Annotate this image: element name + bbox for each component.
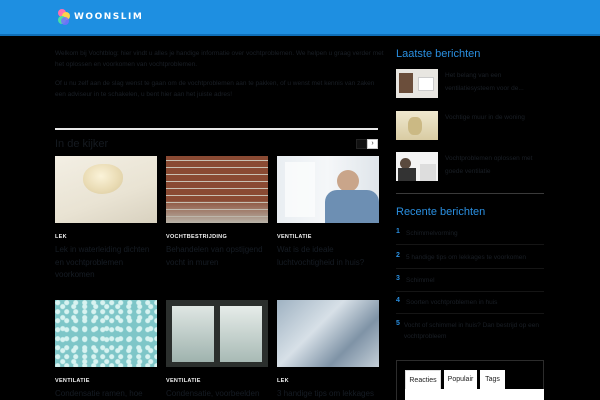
tab-panel [405, 389, 544, 400]
section-title: In de kijker [55, 138, 109, 150]
article-category[interactable]: VOCHTBESTRIJDING [166, 234, 268, 240]
article-card[interactable]: VENTILATIE Condensatie, voorbeelden [166, 300, 268, 400]
article-card[interactable]: LEK 3 handige tips om lekkages [277, 300, 379, 400]
article-title[interactable]: Lek in waterleiding dichten en vochtprob… [55, 244, 157, 282]
article-thumbnail[interactable] [277, 300, 379, 367]
recent-post-item[interactable]: 3 Schimmel [396, 275, 544, 286]
post-title[interactable]: Het belang van een ventilatiesysteem voo… [445, 69, 541, 98]
logo-icon [58, 9, 70, 25]
article-thumbnail[interactable] [55, 156, 157, 223]
intro-paragraph-1: Welkom bij Vochtblog: hier vindt u alles… [55, 50, 384, 68]
recent-post-number: 1 [396, 228, 400, 235]
recent-post-link[interactable]: Schimmel [406, 275, 435, 286]
article-card[interactable]: VOCHTBESTRIJDING Behandelen van opstijge… [166, 156, 268, 269]
article-thumbnail[interactable] [166, 156, 268, 223]
article-category[interactable]: VENTILATIE [166, 378, 268, 384]
tab-tags[interactable]: Tags [480, 370, 505, 390]
article-category[interactable]: VENTILATIE [277, 234, 379, 240]
section-divider [55, 128, 378, 130]
article-category[interactable]: LEK [55, 234, 157, 240]
recent-post-link[interactable]: Soorten vochtproblemen in huis [406, 297, 497, 308]
latest-post-item[interactable]: Vochtproblemen oplossen met goede ventil… [396, 152, 541, 181]
recent-post-link[interactable]: Schimmelvorming [406, 228, 458, 239]
article-title[interactable]: Condensatie, voorbeelden [166, 388, 268, 400]
article-category[interactable]: LEK [277, 378, 379, 384]
list-divider [396, 313, 544, 314]
recent-post-number: 2 [396, 252, 400, 259]
recent-post-link[interactable]: Vocht of schimmel in huis? Dan bestrijd … [404, 320, 544, 342]
latest-post-item[interactable]: Vochtige muur in de woning [396, 111, 541, 140]
list-divider [396, 244, 544, 245]
article-thumbnail[interactable] [166, 300, 268, 367]
recent-post-number: 3 [396, 275, 400, 282]
article-card[interactable]: VENTILATIE Condensatie ramen, hoe [55, 300, 157, 400]
article-card[interactable]: VENTILATIE Wat is de ideale luchtvochtig… [277, 156, 379, 269]
post-title[interactable]: Vochtige muur in de woning [445, 111, 541, 140]
article-title[interactable]: Condensatie ramen, hoe [55, 388, 157, 400]
post-thumbnail[interactable] [396, 111, 438, 140]
site-logo[interactable]: WOONSLIM [58, 9, 143, 25]
recent-post-number: 5 [396, 320, 400, 327]
post-thumbnail[interactable] [396, 69, 438, 98]
post-title[interactable]: Vochtproblemen oplossen met goede ventil… [445, 152, 541, 181]
article-title[interactable]: Behandelen van opstijgend vocht in muren [166, 244, 268, 269]
article-title[interactable]: Wat is de ideale luchtvochtigheid in hui… [277, 244, 379, 269]
recent-post-item[interactable]: 2 5 handige tips om lekkages te voorkome… [396, 252, 544, 263]
post-thumbnail[interactable] [396, 152, 438, 181]
tab-populair[interactable]: Populair [444, 370, 477, 390]
article-thumbnail[interactable] [55, 300, 157, 367]
article-thumbnail[interactable] [277, 156, 379, 223]
intro-paragraph-2: Of u nu zelf aan de slag wenst te gaan o… [55, 80, 375, 98]
chevron-right-icon[interactable]: › [367, 139, 378, 149]
latest-posts-title: Laatste berichten [396, 48, 481, 60]
intro-text: Welkom bij Vochtblog: hier vindt u alles… [55, 48, 385, 108]
site-header: WOONSLIM [0, 0, 600, 36]
recent-post-number: 4 [396, 297, 400, 304]
recent-post-item[interactable]: 5 Vocht of schimmel in huis? Dan bestrij… [396, 320, 544, 342]
carousel-controls: › [356, 139, 378, 149]
latest-post-item[interactable]: Het belang van een ventilatiesysteem voo… [396, 69, 541, 98]
chevron-left-icon[interactable] [356, 139, 367, 149]
article-card[interactable]: LEK Lek in waterleiding dichten en vocht… [55, 156, 157, 282]
recent-post-item[interactable]: 4 Soorten vochtproblemen in huis [396, 297, 544, 308]
tab-reacties[interactable]: Reacties [405, 370, 441, 390]
article-category[interactable]: VENTILATIE [55, 378, 157, 384]
logo-text: WOONSLIM [74, 12, 144, 22]
recent-post-link[interactable]: 5 handige tips om lekkages te voorkomen [406, 252, 526, 263]
list-divider [396, 268, 544, 269]
recent-post-item[interactable]: 1 Schimmelvorming [396, 228, 544, 239]
recent-posts-title: Recente berichten [396, 206, 486, 218]
list-divider [396, 291, 544, 292]
sidebar-divider [396, 193, 544, 194]
article-title[interactable]: 3 handige tips om lekkages [277, 388, 379, 400]
